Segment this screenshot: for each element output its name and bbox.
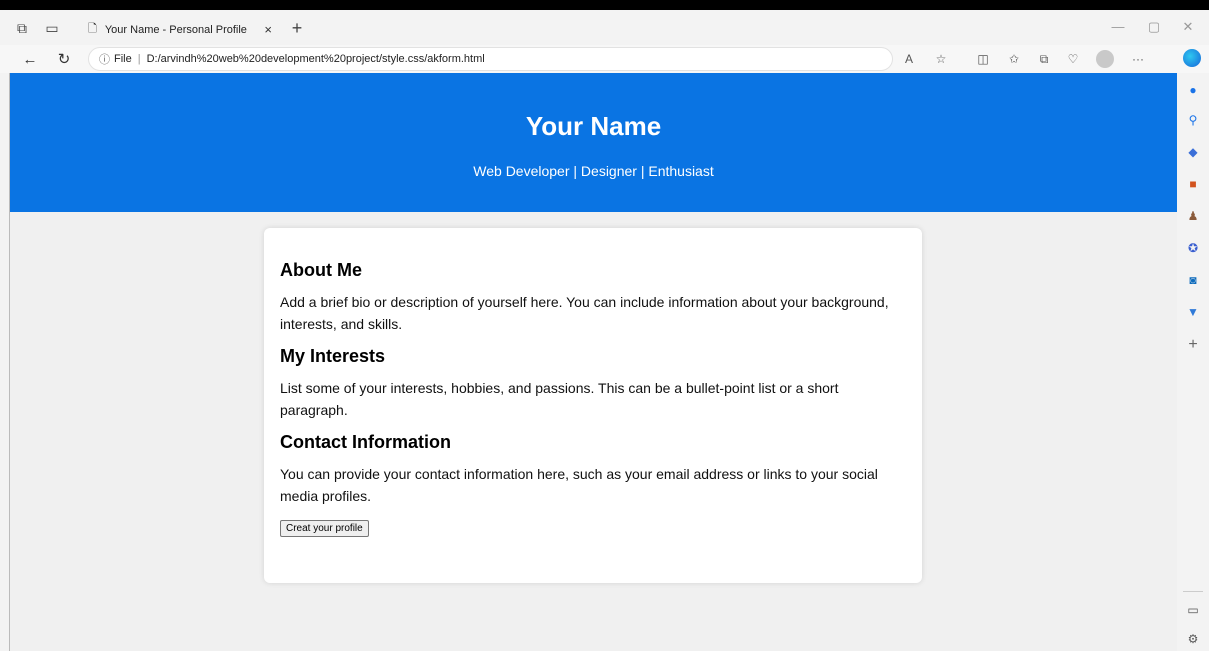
sidebar-settings-gear-icon[interactable]: ⚙ bbox=[1184, 630, 1202, 648]
hide-sidebar-icon[interactable]: ▭ bbox=[1184, 601, 1202, 619]
microsoft-365-icon[interactable]: ✪ bbox=[1184, 239, 1202, 257]
browser-essentials-icon[interactable]: ♡ bbox=[1062, 48, 1084, 70]
address-url[interactable]: D:/arvindh%20web%20development%20project… bbox=[147, 53, 485, 65]
favorite-star-icon[interactable]: ☆ bbox=[930, 48, 952, 70]
sidebar-divider bbox=[1183, 591, 1203, 592]
outlook-icon[interactable]: ◙ bbox=[1184, 271, 1202, 289]
profile-name: Your Name bbox=[525, 111, 662, 141]
shopping-tag-icon[interactable]: ◆ bbox=[1184, 143, 1202, 161]
profile-card: About Me Add a brief bio or description … bbox=[264, 228, 922, 583]
back-arrow-icon[interactable]: ← bbox=[18, 48, 42, 70]
profile-tagline: Web Developer | Designer | Enthusiast bbox=[473, 163, 714, 179]
games-icon[interactable]: ♟ bbox=[1184, 207, 1202, 225]
page-viewport: Your Name Web Developer | Designer | Ent… bbox=[10, 73, 1177, 651]
notification-bell-icon[interactable]: ● bbox=[1184, 81, 1202, 99]
profile-header: Your Name Web Developer | Designer | Ent… bbox=[10, 73, 1177, 212]
create-profile-button[interactable]: Creat your profile bbox=[280, 520, 369, 537]
favorites-icon[interactable]: ✩ bbox=[1003, 48, 1025, 70]
contact-heading: Contact Information bbox=[280, 432, 451, 452]
tab-title: Your Name - Personal Profile bbox=[104, 23, 247, 36]
refresh-icon[interactable]: ↻ bbox=[52, 48, 76, 70]
interests-text: List some of your interests, hobbies, an… bbox=[280, 380, 839, 418]
tools-briefcase-icon[interactable]: ■ bbox=[1184, 175, 1202, 193]
page-icon: 🗋 bbox=[88, 23, 97, 35]
screen-top-border bbox=[0, 0, 1209, 10]
interests-heading: My Interests bbox=[280, 346, 386, 366]
more-options-icon[interactable]: ··· bbox=[1127, 48, 1149, 70]
about-text: Add a brief bio or description of yourse… bbox=[280, 294, 889, 332]
close-tab-icon[interactable]: × bbox=[264, 22, 272, 37]
address-bar[interactable]: ⓘ File | D:/arvindh%20web%20development%… bbox=[88, 47, 893, 71]
address-separator: | bbox=[137, 53, 141, 65]
profile-avatar[interactable] bbox=[1096, 50, 1114, 68]
window-left-edge bbox=[0, 73, 10, 651]
split-screen-icon[interactable]: ◫ bbox=[972, 48, 994, 70]
new-tab-button[interactable]: + bbox=[285, 16, 309, 40]
about-heading: About Me bbox=[280, 260, 362, 280]
copilot-icon[interactable] bbox=[1183, 49, 1201, 67]
address-bar-row: ← ↻ ⓘ File | D:/arvindh%20web%20developm… bbox=[0, 45, 1209, 73]
drop-icon[interactable]: ▼ bbox=[1184, 303, 1202, 321]
minimize-button[interactable]: — bbox=[1098, 19, 1138, 34]
tab-strip: ⧉ ▭ 🗋 Your Name - Personal Profile × + —… bbox=[0, 10, 1209, 45]
collections-icon[interactable]: ⧉ bbox=[1033, 48, 1055, 70]
workspaces-icon[interactable]: ⧉ bbox=[10, 16, 34, 40]
edge-sidebar: ● ⚲ ◆ ■ ♟ ✪ ◙ ▼ + ▭ ⚙ bbox=[1177, 73, 1209, 651]
close-window-button[interactable]: ✕ bbox=[1168, 19, 1208, 35]
search-icon[interactable]: ⚲ bbox=[1184, 111, 1202, 129]
tab-actions-icon[interactable]: ▭ bbox=[40, 16, 64, 40]
active-tab[interactable]: 🗋 Your Name - Personal Profile × bbox=[80, 14, 280, 45]
address-scheme-label: File bbox=[114, 53, 132, 65]
add-sidebar-app-icon[interactable]: + bbox=[1184, 336, 1202, 354]
read-aloud-icon[interactable]: A bbox=[898, 48, 920, 70]
info-icon[interactable]: ⓘ bbox=[99, 51, 110, 67]
contact-text: You can provide your contact information… bbox=[280, 466, 878, 504]
